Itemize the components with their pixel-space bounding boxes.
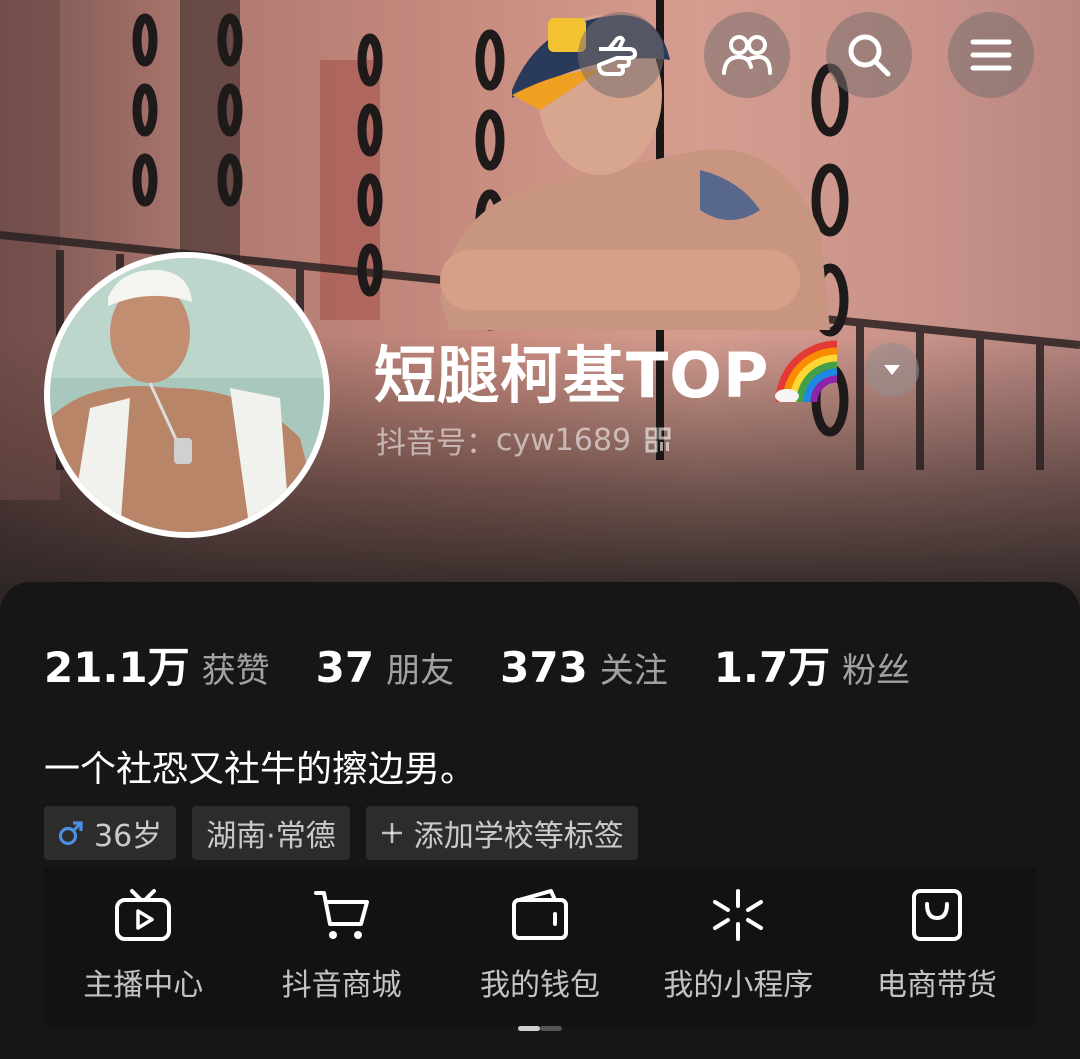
profile-name: 短腿柯基TOP <box>374 339 770 412</box>
stat-followers[interactable]: 1.7万 粉丝 <box>714 634 910 695</box>
plus-icon <box>380 821 404 845</box>
stat-friends-label: 朋友 <box>386 651 455 691</box>
stat-friends-value: 37 <box>315 643 375 692</box>
stat-following[interactable]: 373 关注 <box>500 643 668 692</box>
friends-button[interactable] <box>704 12 790 98</box>
stat-followers-value: 1.7万 <box>713 643 831 692</box>
pointing-hand-icon <box>597 35 637 76</box>
stat-following-label: 关注 <box>599 651 668 691</box>
shortcut-ecommerce-label: 电商带货 <box>876 968 997 1003</box>
avatar-image <box>50 258 324 532</box>
shortcut-mini-programs[interactable]: 我的小程序 <box>639 868 837 1026</box>
cart-icon <box>313 891 369 939</box>
stat-likes-label: 获赞 <box>201 651 270 691</box>
tag-gender-age[interactable]: 36岁 <box>44 806 177 860</box>
shortcut-page-indicator <box>518 1026 562 1031</box>
douyin-id-value: cyw1689 <box>496 422 632 458</box>
wallet-icon <box>512 889 569 940</box>
live-tv-icon <box>115 889 172 941</box>
pointing-hand-button[interactable] <box>578 12 664 98</box>
shortcut-ecommerce[interactable]: 电商带货 <box>838 868 1036 1026</box>
shortcut-mall[interactable]: 抖音商城 <box>242 868 440 1026</box>
shortcut-mall-label: 抖音商城 <box>281 968 402 1003</box>
tag-add-label: 添加学校等标签 <box>413 819 624 854</box>
menu-button[interactable] <box>948 12 1034 98</box>
douyin-id-label: 抖音号： <box>376 426 496 461</box>
stat-likes-value: 21.1万 <box>44 643 190 692</box>
profile-tags: 36岁 湖南·常德 添加学校等标签 <box>44 806 654 860</box>
shortcut-bar: 主播中心 抖音商城 我的钱包 我的小程序 电商带货 <box>44 868 1036 1026</box>
shopping-bag-icon <box>911 889 962 941</box>
page-dot-active <box>518 1026 540 1031</box>
shortcut-live-center[interactable]: 主播中心 <box>44 868 242 1026</box>
account-switch-dropdown[interactable] <box>865 343 920 397</box>
page-dot <box>540 1026 562 1031</box>
caret-down-icon <box>884 365 901 375</box>
profile-stats: 21.1万 获赞 37 朋友 373 关注 1.7万 粉丝 <box>44 634 956 695</box>
friends-icon <box>722 35 772 75</box>
profile-bio[interactable]: 一个社恐又社牛的擦边男。 <box>44 740 476 792</box>
menu-icon <box>970 39 1012 71</box>
stat-following-value: 373 <box>500 643 588 692</box>
qr-code-icon[interactable] <box>645 427 671 453</box>
shortcut-live-center-label: 主播中心 <box>83 968 204 1003</box>
male-icon <box>58 820 84 846</box>
stat-friends[interactable]: 37 朋友 <box>316 643 454 692</box>
rainbow-emoji-icon <box>775 340 838 402</box>
douyin-id[interactable]: 抖音号： cyw1689 <box>376 418 671 462</box>
tag-location[interactable]: 湖南·常德 <box>192 806 350 860</box>
shortcut-mini-programs-label: 我的小程序 <box>663 968 814 1003</box>
stat-followers-label: 粉丝 <box>842 651 911 691</box>
shortcut-wallet[interactable]: 我的钱包 <box>441 868 639 1026</box>
search-button[interactable] <box>826 12 912 98</box>
mini-program-icon <box>713 889 764 941</box>
stat-likes[interactable]: 21.1万 获赞 <box>44 634 270 695</box>
search-icon <box>848 34 891 77</box>
shortcut-wallet-label: 我的钱包 <box>480 968 601 1003</box>
tag-add-button[interactable]: 添加学校等标签 <box>365 806 638 860</box>
avatar[interactable] <box>44 252 330 538</box>
tag-location-label: 湖南·常德 <box>206 819 336 854</box>
profile-name-row: 短腿柯基TOP <box>374 330 920 412</box>
tag-age-label: 36岁 <box>94 819 163 854</box>
